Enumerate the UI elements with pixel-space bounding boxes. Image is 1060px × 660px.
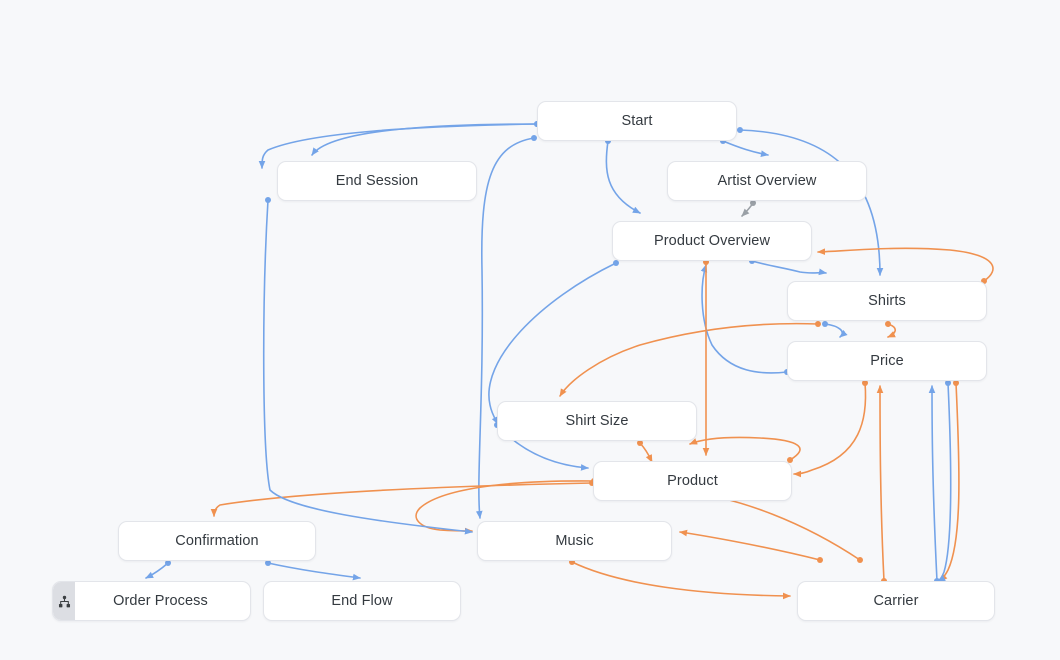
edge-source-handle[interactable] <box>857 557 863 563</box>
edge[interactable] <box>265 560 360 578</box>
node-product-overview[interactable]: Product Overview <box>612 221 812 261</box>
edge-source-handle[interactable] <box>613 260 619 266</box>
node-label: Product Overview <box>646 234 778 249</box>
node-start[interactable]: Start <box>537 101 737 141</box>
node-shirts[interactable]: Shirts <box>787 281 987 321</box>
edge-source-handle[interactable] <box>817 557 823 563</box>
node-order-process[interactable]: Order Process <box>52 581 251 621</box>
node-label: Start <box>613 114 660 129</box>
edge[interactable] <box>560 321 821 396</box>
node-end-session[interactable]: End Session <box>277 161 477 201</box>
edge[interactable] <box>479 135 537 518</box>
node-label: Carrier <box>865 594 926 609</box>
edge[interactable] <box>214 480 595 516</box>
edge[interactable] <box>569 559 790 596</box>
node-label: Price <box>862 354 912 369</box>
node-confirmation[interactable]: Confirmation <box>118 521 316 561</box>
edge[interactable] <box>605 138 640 213</box>
edge[interactable] <box>932 386 940 584</box>
edge-source-handle[interactable] <box>822 321 828 327</box>
node-price[interactable]: Price <box>787 341 987 381</box>
edge[interactable] <box>637 440 652 462</box>
edge[interactable] <box>822 321 842 337</box>
edge[interactable] <box>940 380 959 581</box>
node-shirt-size[interactable]: Shirt Size <box>497 401 697 441</box>
node-artist-overview[interactable]: Artist Overview <box>667 161 867 201</box>
edge[interactable] <box>880 386 887 584</box>
node-label: End Flow <box>323 594 400 609</box>
node-label: Order Process <box>87 594 216 609</box>
node-product[interactable]: Product <box>593 461 792 501</box>
edge[interactable] <box>312 121 540 155</box>
edge-source-handle[interactable] <box>815 321 821 327</box>
subflow-icon <box>53 582 75 620</box>
edge[interactable] <box>690 437 800 463</box>
edge[interactable] <box>489 260 619 424</box>
node-carrier[interactable]: Carrier <box>797 581 995 621</box>
node-label: Artist Overview <box>710 174 825 189</box>
node-label: Product <box>659 474 726 489</box>
flow-canvas[interactable]: Start End Session Artist Overview Product O… <box>0 0 1060 660</box>
edge[interactable] <box>742 200 756 216</box>
edge-source-handle[interactable] <box>265 197 271 203</box>
edge-source-handle[interactable] <box>737 127 743 133</box>
edge-source-handle[interactable] <box>531 135 537 141</box>
edge[interactable] <box>702 265 790 375</box>
node-label: Shirts <box>860 294 914 309</box>
edge[interactable] <box>264 197 472 532</box>
edge[interactable] <box>146 560 171 578</box>
node-label: End Session <box>328 174 427 189</box>
edge[interactable] <box>885 321 895 337</box>
edge[interactable] <box>680 532 823 563</box>
node-music[interactable]: Music <box>477 521 672 561</box>
edge-source-handle[interactable] <box>885 321 891 327</box>
node-label: Shirt Size <box>557 414 636 429</box>
edge-layer <box>0 0 1060 660</box>
edge[interactable] <box>794 380 868 474</box>
node-label: Music <box>547 534 601 549</box>
edge[interactable] <box>938 380 951 581</box>
node-end-flow[interactable]: End Flow <box>263 581 461 621</box>
edge[interactable] <box>818 248 993 284</box>
node-label: Confirmation <box>167 534 266 549</box>
edge[interactable] <box>703 259 709 455</box>
